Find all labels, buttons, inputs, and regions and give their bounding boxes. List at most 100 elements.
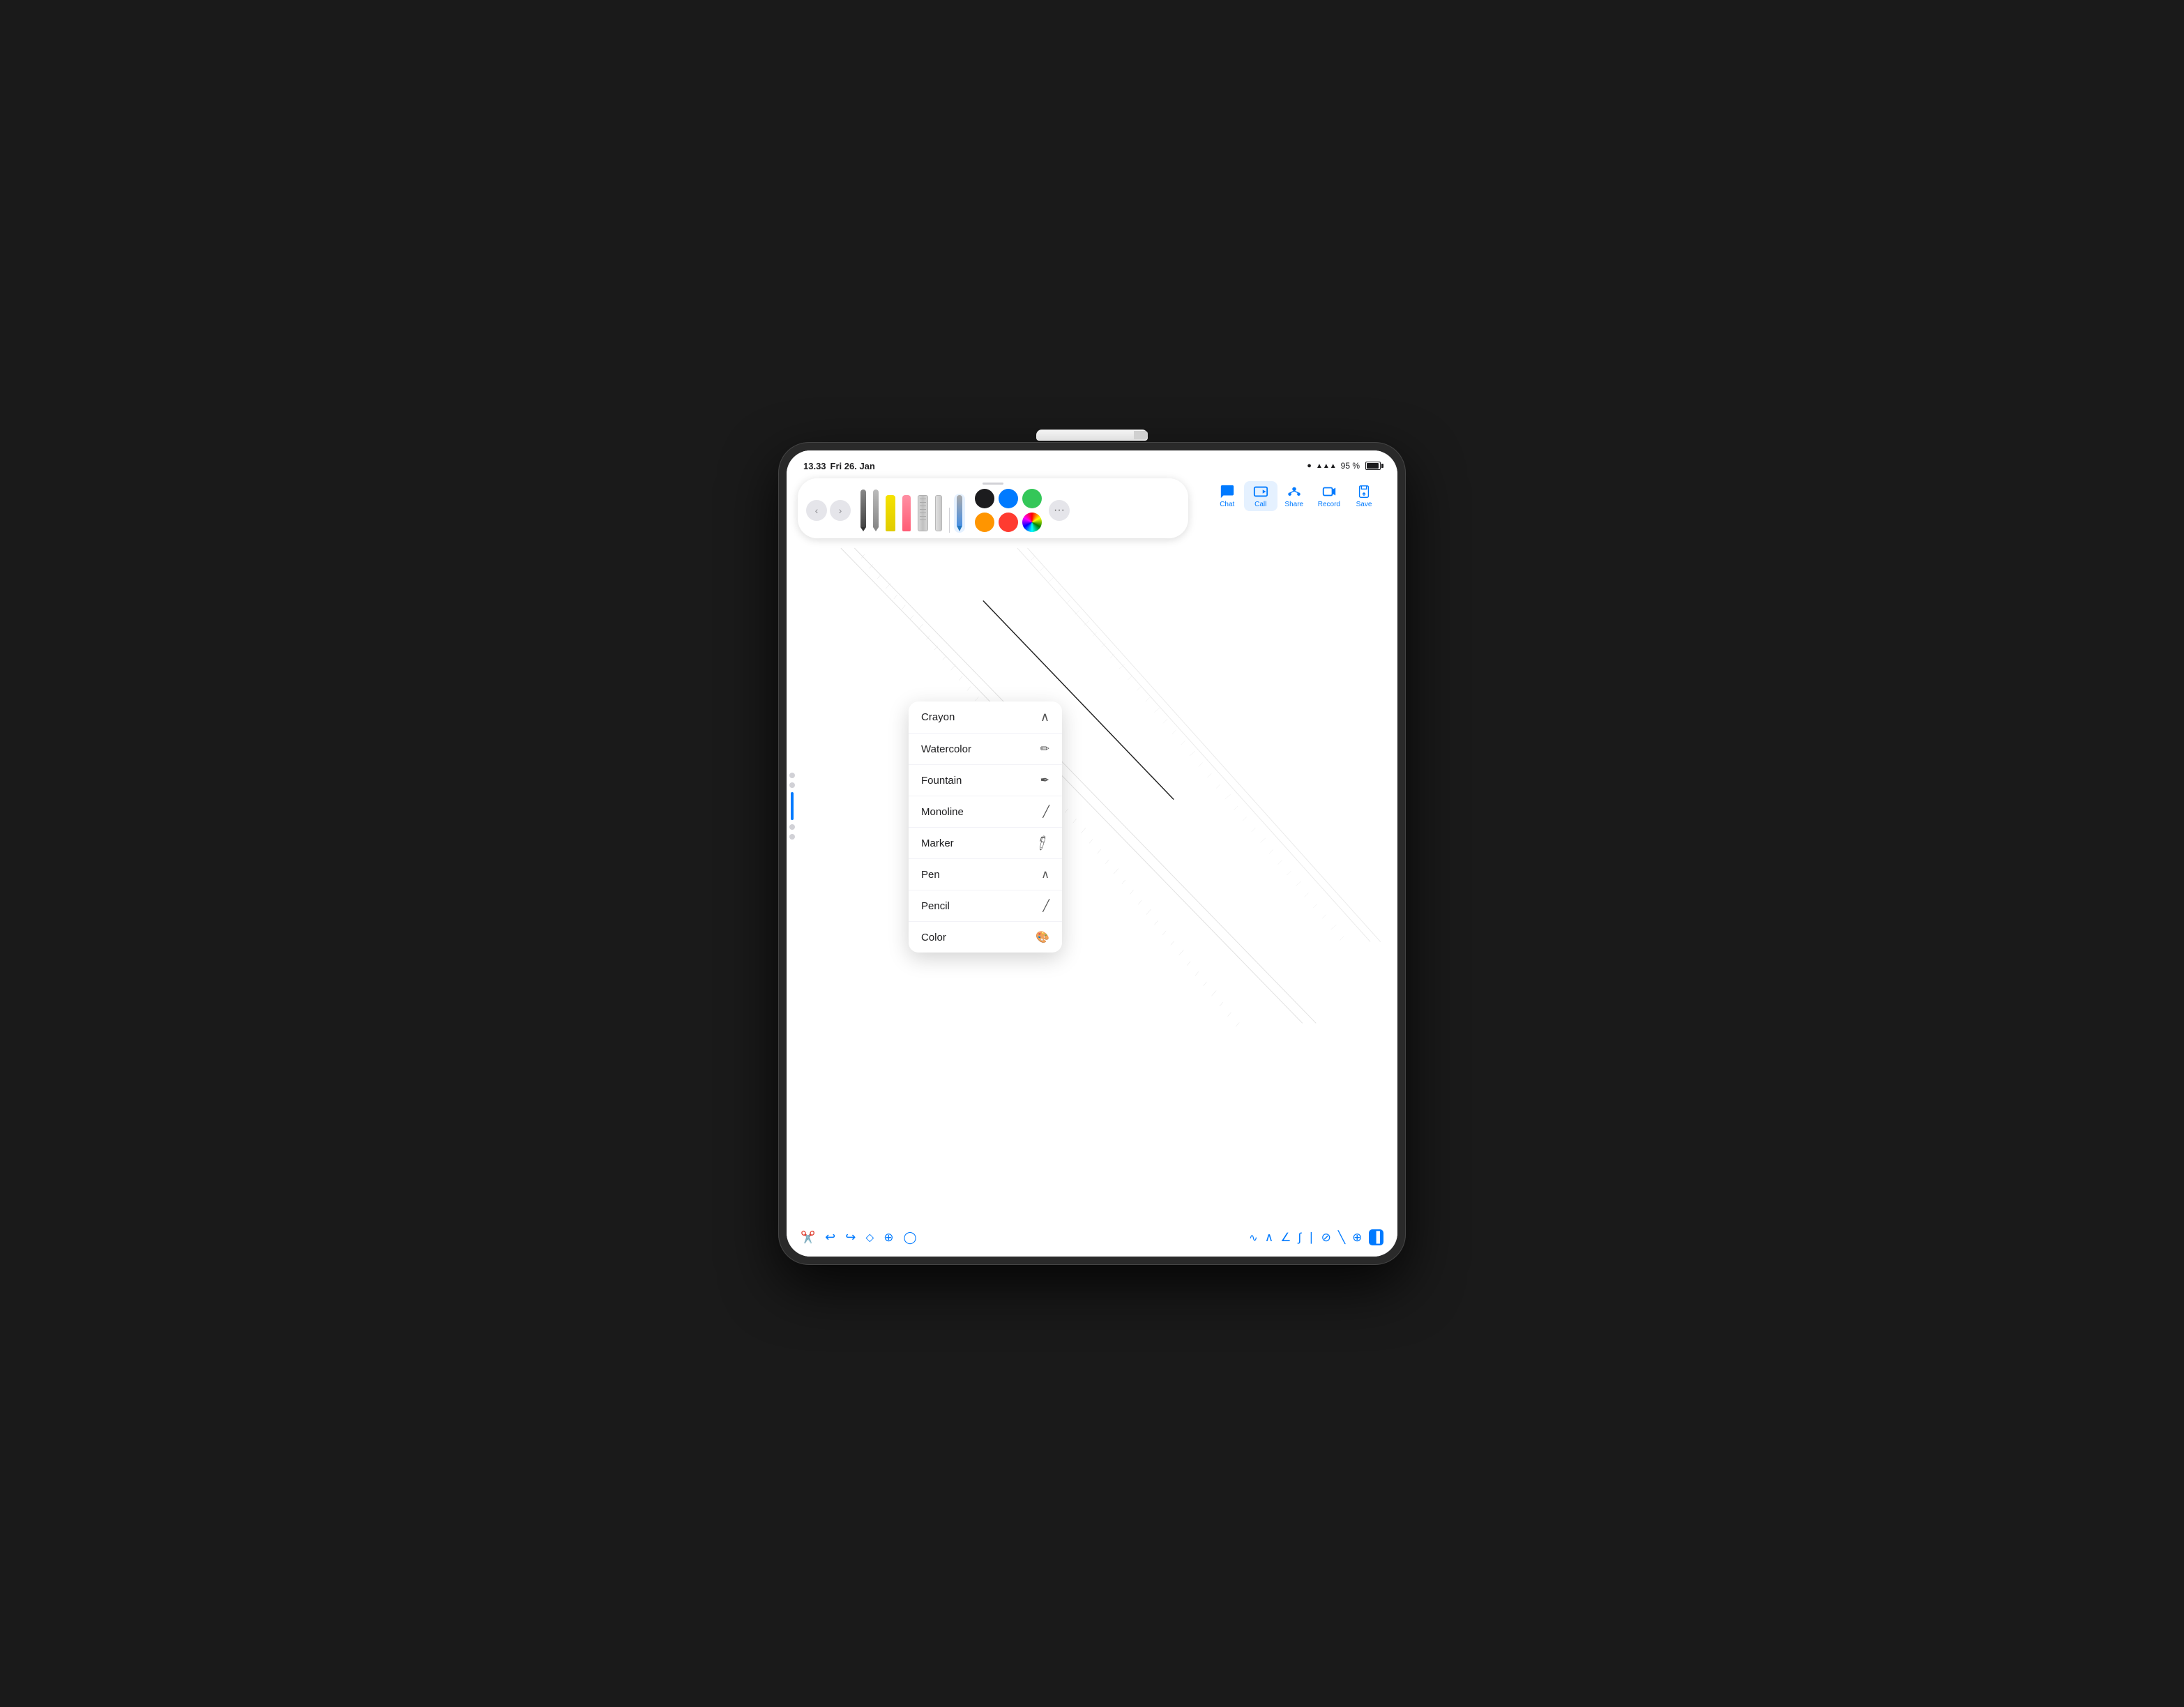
sidebar-dot-3: [789, 824, 795, 830]
status-date: Fri 26. Jan: [831, 461, 875, 471]
lasso-button[interactable]: ⊕: [884, 1231, 893, 1245]
crayon-icon: ∧: [1040, 710, 1049, 724]
tool-marker-yellow[interactable]: [883, 494, 898, 533]
dropdown-item-fountain[interactable]: Fountain ✒: [909, 765, 1062, 796]
pen-icon: ∧: [1041, 867, 1049, 881]
share-label: Share: [1284, 501, 1303, 508]
dropdown-item-marker[interactable]: Marker 🖊: [909, 828, 1062, 859]
sidebar-handle[interactable]: [791, 792, 794, 820]
sidebar-dot-2: [789, 782, 795, 788]
left-sidebar: [789, 773, 795, 840]
color-label: Color: [921, 932, 946, 943]
ipad-frame: 13.33 Fri 26. Jan ● ▲▲▲ 95 % ‹ ›: [778, 442, 1406, 1265]
brush-type-dropdown: Crayon ∧ Watercolor ✏ Fountain ✒ Monolin…: [909, 701, 1062, 953]
calligraphy-button[interactable]: ∧: [1265, 1231, 1273, 1245]
pen-black-visual: [860, 490, 866, 527]
nav-forward-button[interactable]: ›: [830, 500, 851, 521]
sidebar-dot-1: [789, 773, 795, 778]
dropdown-item-watercolor[interactable]: Watercolor ✏: [909, 734, 1062, 765]
record-label: Record: [1318, 501, 1340, 508]
save-label: Save: [1356, 501, 1372, 508]
share-button[interactable]: Share: [1277, 481, 1311, 511]
tool-pen-blue[interactable]: [954, 494, 965, 533]
chat-label: Chat: [1220, 501, 1234, 508]
save-icon: [1356, 484, 1372, 499]
status-bar: 13.33 Fri 26. Jan ● ▲▲▲ 95 %: [787, 450, 1397, 476]
status-time: 13.33: [803, 461, 826, 471]
redo-button[interactable]: ↪: [845, 1230, 856, 1245]
monoline-label: Monoline: [921, 806, 964, 818]
save-button[interactable]: Save: [1347, 481, 1381, 511]
pencil-icon: ╱: [1042, 899, 1049, 913]
wifi-icon: ▲▲▲: [1316, 462, 1337, 470]
undo-button[interactable]: ↩: [825, 1230, 835, 1245]
color-orange[interactable]: [975, 513, 994, 532]
watercolor-icon: ✏: [1040, 742, 1049, 756]
ipad-screen: 13.33 Fri 26. Jan ● ▲▲▲ 95 % ‹ ›: [787, 450, 1397, 1257]
tool-pen-gray[interactable]: [870, 488, 881, 533]
apple-pencil: [1036, 430, 1148, 441]
marker-yellow-visual: [886, 495, 895, 531]
marker-icon: 🖊: [1033, 833, 1052, 852]
pen-blue-visual: [957, 495, 962, 526]
scissors-button[interactable]: ✂️: [801, 1231, 815, 1245]
tools-divider: [949, 508, 950, 533]
chat-button[interactable]: Chat: [1211, 481, 1244, 511]
canvas-area[interactable]: [787, 450, 1397, 1257]
highlighter-button[interactable]: ⊘: [1321, 1231, 1331, 1245]
bottom-left-tools: ✂️ ↩ ↪ ⬦ ⊕ ◯: [801, 1230, 917, 1245]
battery-icon: [1365, 462, 1381, 470]
battery-percent: 95 %: [1341, 461, 1360, 471]
tool-marker-pink[interactable]: [900, 494, 913, 533]
nav-arrows: ‹ ›: [806, 500, 851, 521]
ruler-slim-visual: [935, 495, 942, 531]
monoline-icon: ╱: [1042, 805, 1049, 819]
marker-pink-visual: [902, 495, 911, 531]
tool-ruler-wide[interactable]: [915, 494, 931, 533]
color-green[interactable]: [1022, 489, 1042, 508]
ruler-wide-visual: [918, 495, 928, 531]
fountain-tool-button[interactable]: ∫: [1298, 1231, 1301, 1245]
color-grid: [975, 489, 1042, 532]
record-button[interactable]: Record: [1311, 481, 1347, 511]
shape-button[interactable]: ◯: [904, 1231, 917, 1245]
bottom-right-tools: ∿ ∧ ∠ ∫ ∣ ⊘ ╲ ⊕ ▐: [1249, 1229, 1383, 1245]
dropdown-item-crayon[interactable]: Crayon ∧: [909, 701, 1062, 734]
share-icon: [1287, 484, 1302, 499]
palette-button[interactable]: ⊕: [1352, 1231, 1362, 1245]
call-button[interactable]: Call: [1244, 481, 1277, 511]
pen-tool-button[interactable]: ∣: [1308, 1231, 1314, 1245]
color-black[interactable]: [975, 489, 994, 508]
eraser-button[interactable]: ⬦: [865, 1231, 874, 1245]
color-red[interactable]: [999, 513, 1018, 532]
angle-button[interactable]: ∠: [1280, 1231, 1291, 1245]
marker-label: Marker: [921, 837, 954, 849]
action-buttons: Chat Call: [1205, 478, 1386, 514]
dropdown-item-pencil[interactable]: Pencil ╱: [909, 890, 1062, 922]
dropdown-item-color[interactable]: Color 🎨: [909, 922, 1062, 953]
tools-list: [858, 488, 965, 533]
tool-ruler-slim[interactable]: [932, 494, 945, 533]
nav-back-button[interactable]: ‹: [806, 500, 827, 521]
color-picker-icon: 🎨: [1036, 930, 1049, 944]
dropdown-item-pen[interactable]: Pen ∧: [909, 859, 1062, 890]
call-label: Call: [1254, 501, 1266, 508]
fountain-icon: ✒: [1040, 773, 1049, 787]
tools-pill: ‹ ›: [798, 478, 1188, 538]
pencil-tool-button[interactable]: ╲: [1338, 1231, 1345, 1245]
color-rainbow[interactable]: [1022, 513, 1042, 532]
chat-icon: [1220, 484, 1235, 499]
more-options-button[interactable]: ···: [1049, 500, 1070, 521]
brush-stroke-button[interactable]: ∿: [1249, 1231, 1258, 1244]
crayon-label: Crayon: [921, 711, 955, 723]
pen-black-tip: [860, 527, 866, 531]
call-icon: [1253, 484, 1268, 499]
color-blue[interactable]: [999, 489, 1018, 508]
watercolor-label: Watercolor: [921, 743, 971, 755]
ruler-toggle-button[interactable]: ▐: [1369, 1229, 1383, 1245]
pen-gray-tip: [873, 527, 879, 531]
record-icon: [1321, 484, 1337, 499]
sidebar-dot-4: [789, 834, 795, 840]
tool-pen-black[interactable]: [858, 488, 869, 533]
dropdown-item-monoline[interactable]: Monoline ╱: [909, 796, 1062, 828]
